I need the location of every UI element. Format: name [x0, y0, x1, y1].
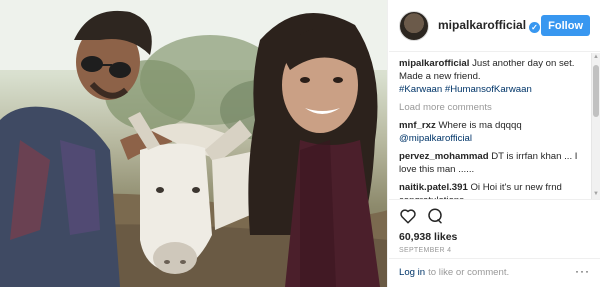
verified-badge-icon: ✓: [529, 22, 541, 33]
scroll-down-arrow-icon[interactable]: ▼: [592, 190, 600, 199]
avatar[interactable]: [399, 10, 429, 41]
caption-username[interactable]: mipalkarofficial: [399, 58, 469, 69]
follow-button[interactable]: Follow: [541, 15, 590, 36]
comments-list: mipalkarofficial Just another day on set…: [389, 53, 600, 199]
post-photo-illustration: [0, 0, 387, 287]
comment-username[interactable]: mnf_rxz: [399, 120, 436, 131]
login-prompt-text: to like or comment.: [428, 267, 510, 278]
caption: mipalkarofficial Just another day on set…: [399, 57, 586, 96]
scrollbar-thumb[interactable]: [593, 65, 599, 117]
more-options-icon[interactable]: ···: [575, 265, 590, 277]
comment-mention[interactable]: @mipalkarofficial: [399, 133, 472, 144]
comment-item: mnf_rxz Where is ma dqqqq @mipalkaroffic…: [399, 119, 586, 145]
post-date[interactable]: SEPTEMBER 4: [399, 247, 590, 254]
comments-scrollbar[interactable]: ▲ ▼: [591, 53, 600, 199]
scroll-up-arrow-icon[interactable]: ▲: [592, 53, 600, 62]
header-username[interactable]: mipalkarofficial: [438, 18, 526, 32]
comment-username[interactable]: naitik.patel.391: [399, 182, 468, 193]
login-link[interactable]: Log in: [399, 267, 425, 278]
comment-text: Where is ma dqqqq: [438, 120, 522, 131]
caption-hashtags[interactable]: #Karwaan #HumansofKarwaan: [399, 84, 532, 95]
post-actions: 60,938 likes SEPTEMBER 4: [389, 199, 600, 255]
comment-item: naitik.patel.391 Oi Hoi it's ur new frnd…: [399, 181, 586, 199]
post-photo[interactable]: [0, 0, 388, 287]
comment-item: pervez_mohammad DT is irrfan khan ... I …: [399, 150, 586, 176]
comment-username[interactable]: pervez_mohammad: [399, 151, 489, 162]
heart-icon[interactable]: [399, 207, 417, 225]
header-username-container: mipalkarofficial ✓: [438, 18, 541, 33]
like-count[interactable]: 60,938 likes: [399, 231, 590, 243]
post-side-panel: mipalkarofficial ✓ Follow mipalkarofficia…: [389, 0, 600, 287]
post-header: mipalkarofficial ✓ Follow: [389, 0, 600, 52]
comment-bubble-icon[interactable]: [426, 207, 444, 225]
action-icons: [399, 206, 590, 226]
login-prompt: Log in to like or comment. ···: [389, 258, 600, 287]
load-more-comments-link[interactable]: Load more comments: [399, 101, 586, 114]
